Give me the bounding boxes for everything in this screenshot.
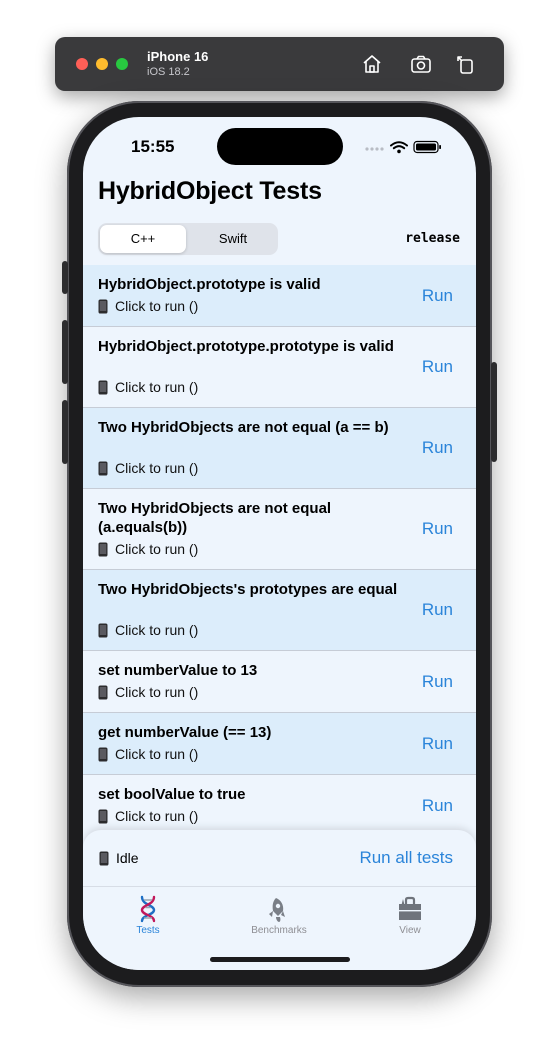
test-status-text: Click to run () [115,808,199,824]
run-button[interactable]: Run [422,357,453,377]
segment-cpp[interactable]: C++ [100,225,186,253]
test-list[interactable]: HybridObject.prototype is valid Click to… [83,265,476,830]
phone-icon [98,809,108,823]
idle-status: Idle [99,850,139,866]
test-title: HybridObject.prototype is valid [98,276,321,293]
test-status: Click to run () [98,298,198,314]
toolbox-icon [399,896,421,920]
test-status: Click to run () [98,808,198,824]
test-status: Click to run () [98,684,198,700]
rocket-icon [269,898,285,922]
test-row: Two HybridObjects's prototypes are equal… [83,570,476,651]
home-icon[interactable] [360,52,384,76]
test-row: set numberValue to 13 Click to run () Ru… [83,651,476,713]
rotate-icon[interactable] [454,52,478,76]
tab-benchmarks[interactable]: Benchmarks [229,895,329,936]
wifi-icon [390,141,408,150]
page-title: HybridObject Tests [98,177,322,205]
home-indicator [210,957,350,962]
run-status-bar: Idle Run all tests [83,830,476,886]
tab-label: Tests [136,925,160,936]
phone-icon [98,461,108,475]
dynamic-island [217,128,343,165]
power-button [491,362,497,462]
test-status-text: Click to run () [115,746,199,762]
phone-icon [99,851,109,865]
idle-status-text: Idle [116,850,139,866]
run-button[interactable]: Run [422,796,453,816]
phone-icon [98,747,108,761]
phone-icon [98,380,108,394]
test-title: get numberValue (== 13) [98,724,272,741]
screenshot-icon[interactable] [409,52,433,76]
test-status: Click to run () [98,746,198,762]
test-status: Click to run () [98,541,198,557]
status-icons [365,140,441,154]
test-status-text: Click to run () [115,298,199,314]
volume-down-button [62,400,68,464]
test-status-text: Click to run () [115,684,199,700]
volume-up-button [62,320,68,384]
status-time: 15:55 [131,137,175,156]
cellular-signal-icon [365,147,384,151]
test-title: Two HybridObjects's prototypes are equal [98,581,398,598]
language-segmented-control: C++ Swift [98,223,278,255]
test-status: Click to run () [98,622,198,638]
build-mode-label: release [405,231,460,246]
tab-label: Benchmarks [251,925,307,936]
phone-icon [98,542,108,556]
test-row: Two HybridObjects are not equal (a.equal… [83,489,476,570]
phone-icon [98,299,108,313]
test-title: set numberValue to 13 [98,662,258,679]
test-row: set boolValue to true Click to run () Ru… [83,775,476,830]
test-row: HybridObject.prototype is valid Click to… [83,265,476,327]
run-button[interactable]: Run [422,519,453,539]
battery-icon [413,140,441,154]
test-row: HybridObject.prototype.prototype is vali… [83,327,476,408]
os-version: iOS 18.2 [147,66,190,78]
run-button[interactable]: Run [422,672,453,692]
phone-icon [98,623,108,637]
dna-icon [140,895,156,923]
device-name: iPhone 16 [147,49,209,64]
test-status-text: Click to run () [115,622,199,638]
test-title: Two HybridObjects are not equal (a.equal… [98,500,332,536]
action-button [62,261,68,294]
run-button[interactable]: Run [422,438,453,458]
tab-tests[interactable]: Tests [98,895,198,936]
zoom-window-button[interactable] [116,58,128,70]
close-window-button[interactable] [76,58,88,70]
test-status-text: Click to run () [115,541,199,557]
run-button[interactable]: Run [422,286,453,306]
test-title: HybridObject.prototype.prototype is vali… [98,338,394,355]
test-row: get numberValue (== 13) Click to run () … [83,713,476,775]
run-all-tests-button[interactable]: Run all tests [359,848,453,868]
test-title: set boolValue to true [98,786,246,803]
run-button[interactable]: Run [422,600,453,620]
test-status: Click to run () [98,460,198,476]
test-status: Click to run () [98,379,198,395]
segment-swift[interactable]: Swift [190,225,276,253]
run-button[interactable]: Run [422,734,453,754]
test-title: Two HybridObjects are not equal (a == b) [98,419,389,436]
phone-icon [98,685,108,699]
simulator-toolbar: iPhone 16 iOS 18.2 [55,37,504,91]
tab-view[interactable]: View [360,895,460,936]
minimize-window-button[interactable] [96,58,108,70]
test-row: Two HybridObjects are not equal (a == b)… [83,408,476,489]
phone-screen: 15:55 HybridObject Tests C++ Swift relea… [83,117,476,970]
test-status-text: Click to run () [115,379,199,395]
tab-label: View [399,925,421,936]
test-status-text: Click to run () [115,460,199,476]
